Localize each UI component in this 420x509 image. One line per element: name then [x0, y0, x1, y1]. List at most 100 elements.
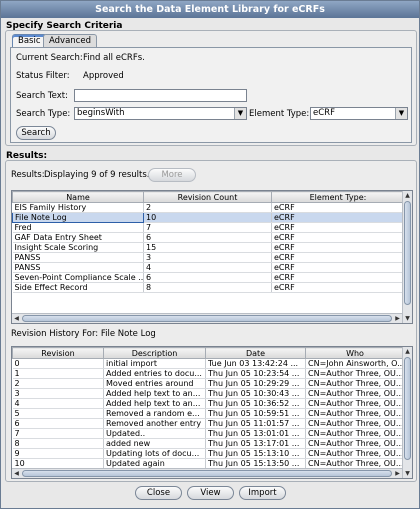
revision-history-table: Revision Description Date Who 0 initial impo…	[11, 346, 413, 479]
status-filter-label: Status Filter:	[16, 71, 70, 81]
table-row[interactable]: Insight Scale Scoring 15 eCRF	[12, 242, 402, 253]
table-cell: Thu Jun 05 11:01:57 ...	[205, 418, 306, 429]
table-cell: Added help text to an...	[103, 398, 206, 409]
table-cell: CN=Author Three, OU...	[305, 378, 402, 389]
table-cell: CN=Author Three, OU...	[305, 388, 402, 399]
table-cell: 10	[143, 212, 272, 223]
table-cell: Thu Jun 05 15:13:10 ...	[205, 448, 306, 459]
scroll-left-icon[interactable]: ◀	[12, 314, 21, 323]
table-cell: 8	[12, 438, 104, 449]
table-cell: 4	[12, 398, 104, 409]
table-cell: Thu Jun 05 10:36:52 ...	[205, 398, 306, 409]
scroll-up-icon[interactable]: ▲	[403, 347, 412, 356]
table-cell: PANSS	[12, 262, 144, 273]
table-cell: 8	[143, 282, 272, 293]
close-button[interactable]: Close	[135, 486, 182, 500]
current-search-value: Find all eCRFs.	[83, 53, 145, 63]
table-row[interactable]: 6 Removed another entry Thu Jun 05 11:01:5…	[12, 418, 402, 429]
table-cell: Tue Jun 03 13:42:24 ...	[205, 358, 306, 369]
table-row[interactable]: GAF Data Entry Sheet 6 eCRF	[12, 232, 402, 243]
history-vertical-scrollbar[interactable]: ▲ ▼	[402, 347, 412, 478]
table-row[interactable]: File Note Log 10 eCRF	[12, 212, 402, 223]
table-cell: CN=Author Three, OU...	[305, 418, 402, 429]
table-cell: Insight Scale Scoring	[12, 242, 144, 253]
element-type-value: eCRF	[313, 108, 335, 118]
table-cell: Thu Jun 05 10:23:54 ...	[205, 368, 306, 379]
scroll-right-icon[interactable]: ▶	[393, 469, 402, 478]
element-type-select[interactable]: eCRF ▼	[310, 107, 408, 120]
table-cell: Thu Jun 05 10:29:29 ...	[205, 378, 306, 389]
table-row[interactable]: Side Effect Record 8 eCRF	[12, 282, 402, 293]
table-row[interactable]: 0 initial import Tue Jun 03 13:42:24 ... CN…	[12, 358, 402, 369]
table-row[interactable]: Fred 7 eCRF	[12, 222, 402, 233]
column-header[interactable]: Element Type:	[271, 191, 402, 203]
table-cell: Updating lots of docu...	[103, 448, 206, 459]
table-row[interactable]: PANSS 3 eCRF	[12, 252, 402, 263]
table-cell: eCRF	[271, 212, 402, 223]
view-button[interactable]: View	[187, 486, 234, 500]
scroll-thumb[interactable]	[22, 470, 392, 477]
table-cell: PANSS	[12, 252, 144, 263]
column-header[interactable]: Who	[305, 347, 402, 359]
results-group: Results: Displaying 9 of 9 results. More…	[5, 160, 417, 482]
table-row[interactable]: Seven-Point Compliance Scale ... 6 eCRF	[12, 272, 402, 283]
table-cell: added new	[103, 438, 206, 449]
scroll-up-icon[interactable]: ▲	[403, 191, 412, 200]
history-grid: Revision Description Date Who 0 initial impo…	[12, 347, 402, 468]
table-cell: eCRF	[271, 242, 402, 253]
scroll-down-icon[interactable]: ▼	[403, 314, 412, 323]
table-cell: eCRF	[271, 282, 402, 293]
table-cell: EIS Family History	[12, 202, 144, 213]
table-row[interactable]: 1 Added entries to docu... Thu Jun 05 10:2…	[12, 368, 402, 379]
column-header[interactable]: Date	[205, 347, 306, 359]
table-cell: 2	[12, 378, 104, 389]
table-row[interactable]: 4 Added help text to an... Thu Jun 05 10:3…	[12, 398, 402, 409]
table-cell: 6	[12, 418, 104, 429]
scroll-left-icon[interactable]: ◀	[12, 469, 21, 478]
status-filter-value: Approved	[83, 71, 124, 81]
results-horizontal-scrollbar[interactable]: ◀ ▶	[12, 313, 402, 323]
tab-basic[interactable]: Basic	[12, 34, 47, 47]
results-vertical-scrollbar[interactable]: ▲ ▼	[402, 191, 412, 323]
table-cell: initial import	[103, 358, 206, 369]
table-row[interactable]: 2 Moved entries around Thu Jun 05 10:29:29…	[12, 378, 402, 389]
table-row[interactable]: 5 Removed a random e... Thu Jun 05 10:59:5…	[12, 408, 402, 419]
criteria-group: Basic Advanced Current Search: Find all …	[5, 30, 417, 146]
search-button[interactable]: Search	[16, 126, 56, 140]
table-cell: eCRF	[271, 262, 402, 273]
table-row[interactable]: EIS Family History 2 eCRF	[12, 202, 402, 213]
scroll-right-icon[interactable]: ▶	[393, 314, 402, 323]
table-cell: eCRF	[271, 222, 402, 233]
table-cell: 7	[143, 222, 272, 233]
search-type-label: Search Type:	[16, 109, 71, 119]
table-row[interactable]: 3 Added help text to an... Thu Jun 05 10:3…	[12, 388, 402, 399]
table-row[interactable]: 8 added new Thu Jun 05 13:17:01 ... CN=Auth…	[12, 438, 402, 449]
tab-advanced[interactable]: Advanced	[43, 34, 97, 47]
table-cell: Fred	[12, 222, 144, 233]
column-header[interactable]: Description	[103, 347, 206, 359]
scroll-down-icon[interactable]: ▼	[403, 469, 412, 478]
search-text-input[interactable]	[74, 89, 247, 102]
table-cell: CN=John Ainsworth, O...	[305, 358, 402, 369]
table-row[interactable]: 10 Updated again Thu Jun 05 15:13:50 ... CN…	[12, 458, 402, 468]
table-cell: eCRF	[271, 202, 402, 213]
history-horizontal-scrollbar[interactable]: ◀ ▶	[12, 468, 402, 478]
column-header[interactable]: Name	[12, 191, 144, 203]
scroll-thumb[interactable]	[404, 201, 411, 305]
column-header[interactable]: Revision Count	[143, 191, 272, 203]
search-dialog: Search the Data Element Library for eCRF…	[0, 0, 420, 509]
scroll-thumb[interactable]	[22, 315, 392, 322]
table-cell: 6	[143, 272, 272, 283]
table-row[interactable]: 9 Updating lots of docu... Thu Jun 05 15:1…	[12, 448, 402, 459]
more-button[interactable]: More	[148, 168, 196, 182]
scroll-thumb[interactable]	[404, 357, 411, 460]
table-row[interactable]: PANSS 4 eCRF	[12, 262, 402, 273]
table-cell: 1	[12, 368, 104, 379]
search-type-select[interactable]: beginsWith ▼	[74, 107, 247, 120]
table-cell: CN=Author Three, OU...	[305, 448, 402, 459]
table-cell: Thu Jun 05 13:01:01 ...	[205, 428, 306, 439]
column-header[interactable]: Revision	[12, 347, 104, 359]
table-row[interactable]: 7 Updated.. Thu Jun 05 13:01:01 ... CN=Auth…	[12, 428, 402, 439]
search-text-label: Search Text:	[16, 91, 68, 101]
import-button[interactable]: Import	[239, 486, 286, 500]
